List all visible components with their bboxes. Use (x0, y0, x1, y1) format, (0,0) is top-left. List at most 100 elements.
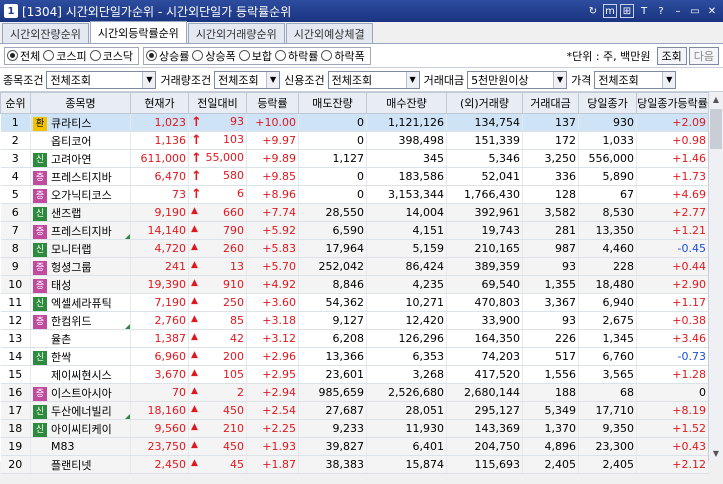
column-header[interactable]: 거래대금 (522, 92, 579, 114)
direction-radio-4[interactable]: 하락폭 (321, 48, 365, 64)
stock-name[interactable]: 두산에너빌리 (51, 405, 112, 418)
stock-name[interactable]: 엑셀세라퓨틱 (51, 297, 112, 310)
table-row[interactable]: 14 신 한싹 6,960 ▲ 200 +2.96 13,366 6,353 74,203 517 6… (0, 347, 709, 366)
stock-name[interactable]: 한컴위드 (51, 315, 91, 328)
filter-select-3[interactable]: 5천만원이상 ▼ (467, 70, 568, 89)
radio-dot-icon[interactable] (7, 50, 18, 61)
stock-name[interactable]: 아이씨티케이 (51, 423, 112, 436)
table-row[interactable]: 12 증 한컴위드 2,760 ▲ 85 +3.18 9,127 12,420 33,900 93 2… (0, 311, 709, 330)
next-button[interactable]: 다음 (688, 46, 719, 65)
radio-dot-icon[interactable] (146, 50, 157, 61)
radio-dot-icon[interactable] (238, 50, 250, 61)
table-row[interactable]: 10 증 태성 19,390 ▲ 910 +4.92 8,846 4,235 69,540 1,35… (0, 275, 709, 294)
tab-2[interactable]: 시간외거래량순위 (187, 23, 285, 43)
stock-name[interactable]: 큐라티스 (51, 117, 91, 130)
stock-name[interactable]: 율촌 (51, 333, 71, 346)
direction-radio-0[interactable]: 상승률 (146, 48, 189, 64)
table-row[interactable]: 4 증 프레스티지바 6,470 ↑ 580 +9.85 0 183,586 52,041 336 5… (0, 167, 709, 186)
query-button[interactable]: 조회 (656, 46, 687, 65)
filter-select-0[interactable]: 전체조회 ▼ (46, 70, 157, 89)
table-row[interactable]: 13 율촌 1,387 ▲ 42 +3.12 6,208 126,296 164,350 226 1… (0, 329, 709, 348)
restore-icon[interactable]: ▭ (688, 4, 702, 18)
market-radio-0[interactable]: 전체 (7, 48, 40, 64)
chevron-down-icon[interactable]: ▼ (405, 71, 419, 88)
close-icon[interactable]: ✕ (705, 4, 719, 18)
help-icon[interactable]: ? (654, 4, 668, 18)
scroll-thumb[interactable] (710, 109, 722, 149)
link-icon[interactable]: ↻ (586, 4, 600, 18)
market-radio-1[interactable]: 코스피 (43, 48, 87, 64)
tab-1[interactable]: 시간외등락률순위 (89, 21, 187, 43)
column-header[interactable]: 매도잔량 (298, 92, 367, 114)
cell-price: 2,760 (130, 311, 189, 330)
chevron-down-icon[interactable]: ▼ (266, 71, 280, 88)
filter-select-4[interactable]: 전체조회 ▼ (594, 70, 677, 89)
font-icon[interactable]: T (637, 4, 651, 18)
table-row[interactable]: 1 환 큐라티스 1,023 ↑ 93 +10.00 0 1,121,126 134,754 137… (0, 113, 709, 132)
column-header[interactable]: 당일종가등락률 (636, 92, 709, 114)
column-header[interactable]: 매수잔량 (366, 92, 447, 114)
filter-label: 거래대금 (423, 73, 465, 87)
column-header[interactable]: 현재가 (130, 92, 189, 114)
table-row[interactable]: 16 증 이스트아시아 70 ▲ 2 +2.94 985,659 2,526,680 2,680,… (0, 383, 709, 402)
tab-3[interactable]: 시간외예상체결 (285, 23, 373, 43)
stock-name[interactable]: 프레스티지바 (51, 225, 112, 238)
chevron-down-icon[interactable]: ▼ (142, 71, 156, 88)
column-header[interactable]: 종목명 (30, 92, 131, 114)
stock-name[interactable]: 오가닉티코스 (51, 189, 112, 202)
radio-dot-icon[interactable] (43, 50, 55, 61)
radio-dot-icon[interactable] (321, 50, 333, 61)
table-row[interactable]: 15 제이씨현시스 3,670 ▲ 105 +2.95 23,601 3,268 417,520… (0, 365, 709, 384)
chevron-down-icon[interactable]: ▼ (662, 71, 676, 88)
filter-select-1[interactable]: 전체조회 ▼ (214, 70, 281, 89)
stock-name[interactable]: 한싹 (51, 351, 71, 364)
stock-name[interactable]: 제이씨현시스 (51, 369, 112, 382)
table-row[interactable]: 8 신 모니터랩 4,720 ▲ 260 +5.83 17,964 5,159 210,165 98… (0, 239, 709, 258)
table-row[interactable]: 2 옵티코어 1,136 ↑ 103 +9.97 0 398,498 151,339 172 1,0… (0, 131, 709, 150)
cell-amount: 517 (522, 347, 579, 366)
table-row[interactable]: 9 증 헝셩그룹 241 ▲ 13 +5.70 252,042 86,424 389,359 93 2… (0, 257, 709, 276)
market-radio-2[interactable]: 코스닥 (89, 48, 133, 64)
m-icon[interactable]: m (603, 4, 617, 18)
column-header[interactable]: 당일종가 (578, 92, 637, 114)
scroll-down-icon[interactable]: ▼ (709, 446, 723, 461)
stock-name[interactable]: 헝셩그룹 (51, 261, 91, 274)
column-header[interactable]: 전일대비 (188, 92, 247, 114)
scroll-up-icon[interactable]: ▲ (709, 92, 723, 107)
direction-radio-2[interactable]: 보합 (238, 48, 272, 64)
radio-dot-icon[interactable] (192, 50, 204, 61)
stock-badge-icon: 신 (33, 152, 47, 167)
up-triangle-icon: ▲ (191, 332, 198, 342)
stock-name[interactable]: 태성 (51, 279, 71, 292)
chevron-down-icon[interactable]: ▼ (553, 71, 567, 88)
table-row[interactable]: 17 신 두산에너빌리 18,160 ▲ 450 +2.54 27,687 28,051 295,… (0, 401, 709, 420)
radio-dot-icon[interactable] (275, 50, 286, 61)
filter-select-2[interactable]: 전체조회 ▼ (327, 70, 420, 89)
table-row[interactable]: 6 신 샌즈랩 9,190 ▲ 660 +7.74 28,550 14,004 392,961 3,… (0, 203, 709, 222)
table-row[interactable]: 20 플랜티넷 2,450 ▲ 45 +1.87 38,383 15,874 115,693 2,… (0, 455, 709, 474)
vertical-scrollbar[interactable]: ▲ ▼ (708, 92, 723, 461)
table-row[interactable]: 19 M83 23,750 ▲ 450 +1.93 39,827 6,401 204,750 4,… (0, 437, 709, 456)
table-row[interactable]: 7 증 프레스티지바 14,140 ▲ 790 +5.92 6,590 4,151 19,743 2… (0, 221, 709, 240)
tab-0[interactable]: 시간외잔량순위 (2, 23, 89, 43)
stock-name[interactable]: 플랜티넷 (51, 459, 91, 472)
stock-name[interactable]: 고려아연 (51, 153, 91, 166)
direction-radio-3[interactable]: 하락률 (275, 48, 318, 64)
column-header[interactable]: 순위 (0, 92, 31, 114)
column-header[interactable]: (외)거래량 (446, 92, 523, 114)
dash-icon[interactable]: – (671, 4, 685, 18)
table-row[interactable]: 3 신 고려아연 611,000 ↑ 55,000 +9.89 1,127 345 5,346 3,… (0, 149, 709, 168)
stock-name[interactable]: 옵티코어 (51, 135, 91, 148)
stock-name[interactable]: 프레스티지바 (51, 171, 112, 184)
column-header[interactable]: 등락률 (246, 92, 299, 114)
table-row[interactable]: 5 증 오가닉티코스 73 ↑ 6 +8.96 0 3,153,344 1,766,430 128 6… (0, 185, 709, 204)
table-row[interactable]: 11 신 엑셀세라퓨틱 7,190 ▲ 250 +3.60 54,362 10,271 470,8… (0, 293, 709, 312)
stock-name[interactable]: 모니터랩 (51, 243, 91, 256)
window-icon[interactable]: ⊞ (620, 4, 634, 18)
table-row[interactable]: 18 신 아이씨티케이 9,560 ▲ 210 +2.25 9,233 11,930 143,36… (0, 419, 709, 438)
stock-name[interactable]: 샌즈랩 (51, 207, 81, 220)
radio-dot-icon[interactable] (89, 50, 101, 61)
direction-radio-1[interactable]: 상승폭 (192, 48, 236, 64)
stock-name[interactable]: M83 (51, 440, 75, 453)
stock-name[interactable]: 이스트아시아 (51, 387, 112, 400)
